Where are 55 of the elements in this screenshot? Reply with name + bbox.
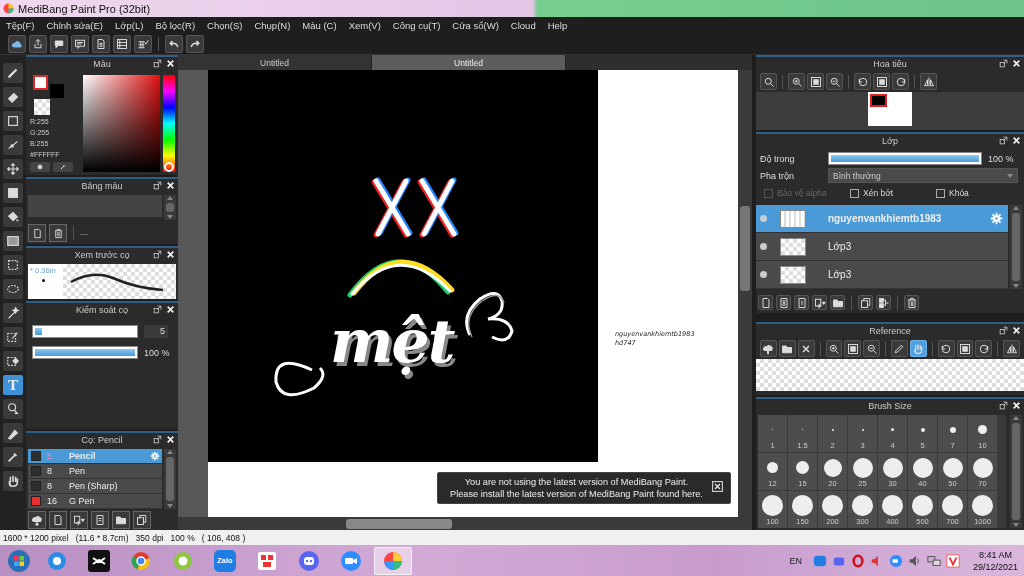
menu-item[interactable]: Chọn(S) [207,19,243,31]
blend-mode-dropdown[interactable]: Bình thường [828,168,1018,183]
panel-title: Brush Size [868,401,912,411]
checkbox-label: Khóa [949,188,969,198]
panel-title: Màu [93,59,111,69]
menu-item[interactable]: Màu (C) [302,19,337,31]
status-bar: 1600 * 1200 pixel (11.6 * 8.7cm) 350 dpi 100 % ( 106, 408 ) [0,530,1024,545]
document-tab[interactable]: Untitled [372,55,566,70]
menu-item[interactable]: Xem(V) [348,19,381,31]
layer-name: Lớp3 [828,269,853,280]
opacity-reading: 100 % [144,347,170,358]
brush-name: G Pen [69,496,96,506]
brush-name: Pencil [69,451,97,461]
panel-title: Bảng màu [81,181,123,191]
brush-size: 8 [47,466,53,476]
brush-name: Pen [69,466,86,476]
checkbox-label: Xén bớt [863,188,894,198]
opacity-reading: 100 % [987,153,1015,164]
menu-item[interactable]: Chỉnh sửa(E) [46,19,104,31]
brush-item[interactable]: 8 Pen [28,464,162,479]
panel-title: Hoa tiêu [873,59,907,69]
brush-size: 8 [47,481,53,491]
menu-item[interactable]: Lớp(L) [115,19,144,31]
brush-size: 5 [47,451,53,461]
notice-text: You are not using the latest version of MediBang Paint. Please install the latest version of MediBang Paint found here. [449,476,704,500]
brush-name: Pen (Sharp) [69,481,119,491]
menu-item[interactable]: Chụp(N) [254,19,291,31]
layer-name: Lớp3 [828,241,853,252]
brush-size-field[interactable]: 5 [144,325,168,338]
artwork-text: mệt [330,306,454,376]
layer-row[interactable]: Lớp3 [756,233,1008,261]
brush-size: 16 [47,496,58,506]
blend-label: Pha trộn [760,170,796,181]
menu-item[interactable]: Bộ lọc(R) [155,19,196,31]
palette-label: --- [80,228,88,238]
language-indicator[interactable]: EN [789,555,802,566]
document-tab[interactable]: Untitled [178,55,372,70]
panel-title: Cọ: Pencil [81,435,123,445]
clock-time[interactable]: 8:41 AM [978,548,1012,561]
brush-item[interactable]: 8 Pen (Sharp) [28,479,162,494]
panel-title: Xem trước cọ [74,250,130,260]
opacity-label: Độ trong [760,153,796,164]
layer-name: nguyenvankhiemtb1983 [828,213,943,224]
menu-item[interactable]: Tệp(F) [6,19,35,31]
menu-item[interactable]: Công cụ(T) [392,19,441,31]
layer-row[interactable]: Lớp3 [756,261,1008,289]
panel-title: Kiểm soát cọ [76,305,128,315]
menu-item[interactable]: Help [547,19,568,31]
panel-title: Lớp [882,136,898,146]
panel-title: Reference [869,326,911,336]
menu-item[interactable]: Cửa sổ(W) [452,19,499,31]
brush-item[interactable]: 16 G Pen [28,494,162,509]
clock-date[interactable]: 29/12/2021 [972,560,1018,573]
window-title: MediBang Paint Pro (32bit) [18,2,151,15]
menu-item[interactable]: Cloud [510,19,536,31]
